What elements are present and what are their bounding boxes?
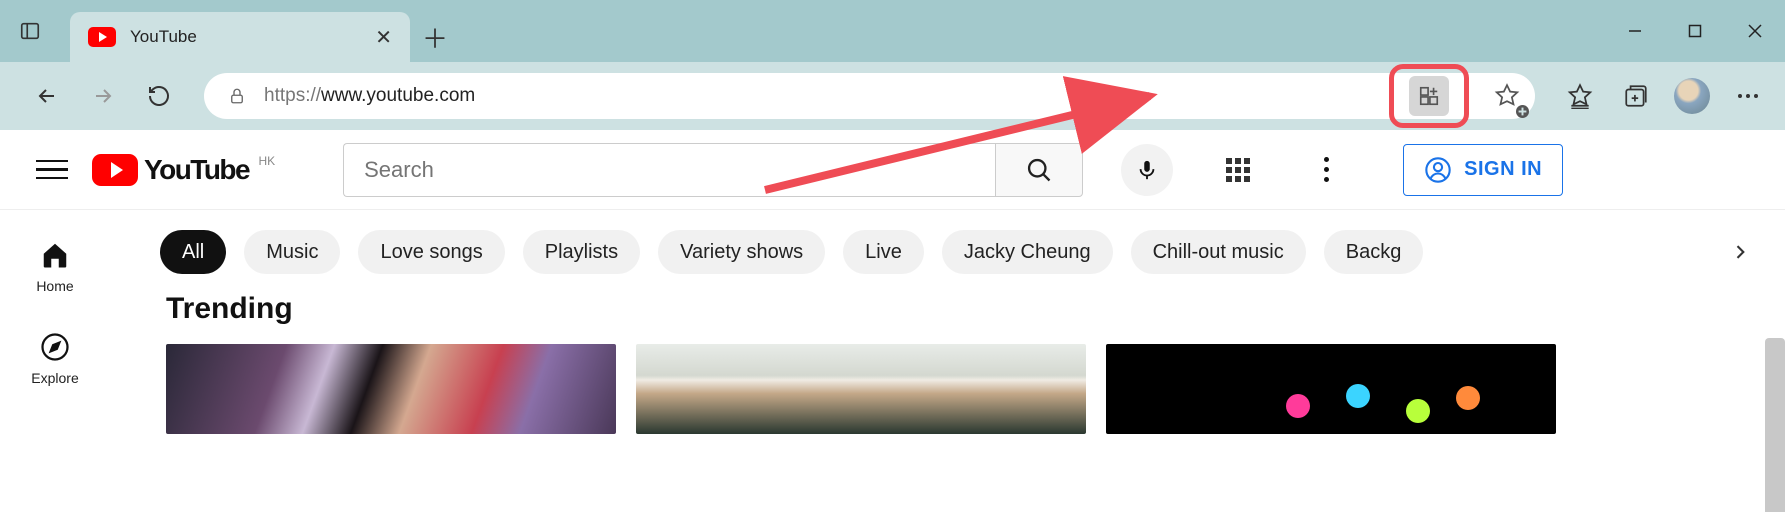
- youtube-sidebar: Home Explore: [0, 210, 110, 512]
- youtube-logo[interactable]: YouTube HK: [92, 154, 249, 186]
- browser-tab[interactable]: YouTube ✕: [70, 12, 410, 62]
- extensions-button[interactable]: [1409, 76, 1449, 116]
- user-icon: [1424, 156, 1452, 184]
- sign-in-button[interactable]: SIGN IN: [1403, 144, 1563, 196]
- back-button[interactable]: [24, 73, 70, 119]
- sidebar-item-label: Explore: [31, 370, 78, 386]
- chip-chill-out[interactable]: Chill-out music: [1131, 230, 1306, 274]
- chip-live[interactable]: Live: [843, 230, 924, 274]
- close-window-button[interactable]: [1725, 0, 1785, 62]
- lock-icon: [228, 87, 246, 105]
- chip-love-songs[interactable]: Love songs: [358, 230, 504, 274]
- youtube-main: All Music Love songs Playlists Variety s…: [110, 210, 1785, 512]
- chip-all[interactable]: All: [160, 230, 226, 274]
- refresh-button[interactable]: [136, 73, 182, 119]
- close-tab-button[interactable]: ✕: [375, 25, 392, 50]
- chips-next-button[interactable]: [1715, 230, 1765, 274]
- chip-jacky-cheung[interactable]: Jacky Cheung: [942, 230, 1113, 274]
- youtube-search: [343, 143, 1083, 197]
- more-menu-button[interactable]: [1725, 73, 1771, 119]
- chevron-right-icon: [1730, 242, 1750, 262]
- settings-menu-button[interactable]: [1303, 147, 1349, 193]
- chip-playlists[interactable]: Playlists: [523, 230, 640, 274]
- video-thumbnail[interactable]: [1106, 344, 1556, 434]
- new-tab-button[interactable]: ＋: [410, 12, 460, 62]
- youtube-header: YouTube HK SIGN IN: [0, 130, 1785, 210]
- title-bar: YouTube ✕ ＋: [0, 0, 1785, 62]
- maximize-button[interactable]: [1665, 0, 1725, 62]
- apps-grid-icon: [1226, 158, 1250, 182]
- tab-actions-button[interactable]: [0, 0, 60, 62]
- browser-window: YouTube ✕ ＋ https://www.youtube.com: [0, 0, 1785, 512]
- sidebar-item-explore[interactable]: Explore: [31, 332, 78, 386]
- url-text: https://www.youtube.com: [264, 85, 1371, 107]
- favorites-button[interactable]: [1557, 73, 1603, 119]
- video-thumbnails: [110, 344, 1765, 434]
- youtube-play-icon: [92, 154, 138, 186]
- sidebar-item-label: Home: [36, 278, 73, 294]
- video-thumbnail[interactable]: [636, 344, 1086, 434]
- tab-title: YouTube: [130, 27, 361, 47]
- chip-background[interactable]: Backg: [1324, 230, 1424, 274]
- chip-variety-shows[interactable]: Variety shows: [658, 230, 825, 274]
- page-content: YouTube HK SIGN IN: [0, 130, 1785, 512]
- section-title: Trending: [110, 286, 1765, 344]
- window-controls: [1605, 0, 1785, 62]
- filter-chips: All Music Love songs Playlists Variety s…: [110, 210, 1765, 286]
- youtube-wordmark: YouTube: [144, 154, 249, 186]
- annotation-highlight: [1389, 64, 1469, 128]
- home-icon: [40, 240, 70, 270]
- video-thumbnail[interactable]: [166, 344, 616, 434]
- minimize-button[interactable]: [1605, 0, 1665, 62]
- collections-button[interactable]: [1613, 73, 1659, 119]
- voice-search-button[interactable]: [1121, 144, 1173, 196]
- forward-button[interactable]: [80, 73, 126, 119]
- youtube-apps-button[interactable]: [1215, 147, 1261, 193]
- address-bar[interactable]: https://www.youtube.com: [204, 73, 1535, 119]
- search-button[interactable]: [995, 143, 1083, 197]
- more-vert-icon: [1324, 157, 1329, 182]
- guide-menu-button[interactable]: [36, 154, 68, 186]
- explore-icon: [40, 332, 70, 362]
- youtube-body: Home Explore All Music Love songs Playli…: [0, 210, 1785, 512]
- add-favorite-button[interactable]: [1487, 76, 1527, 116]
- vertical-scrollbar[interactable]: [1765, 338, 1785, 512]
- sidebar-item-home[interactable]: Home: [36, 240, 73, 294]
- region-code: HK: [258, 154, 275, 168]
- browser-toolbar: https://www.youtube.com: [0, 62, 1785, 130]
- youtube-favicon-icon: [88, 27, 116, 47]
- profile-avatar[interactable]: [1669, 73, 1715, 119]
- chip-music[interactable]: Music: [244, 230, 340, 274]
- sign-in-label: SIGN IN: [1464, 158, 1542, 181]
- search-input[interactable]: [343, 143, 995, 197]
